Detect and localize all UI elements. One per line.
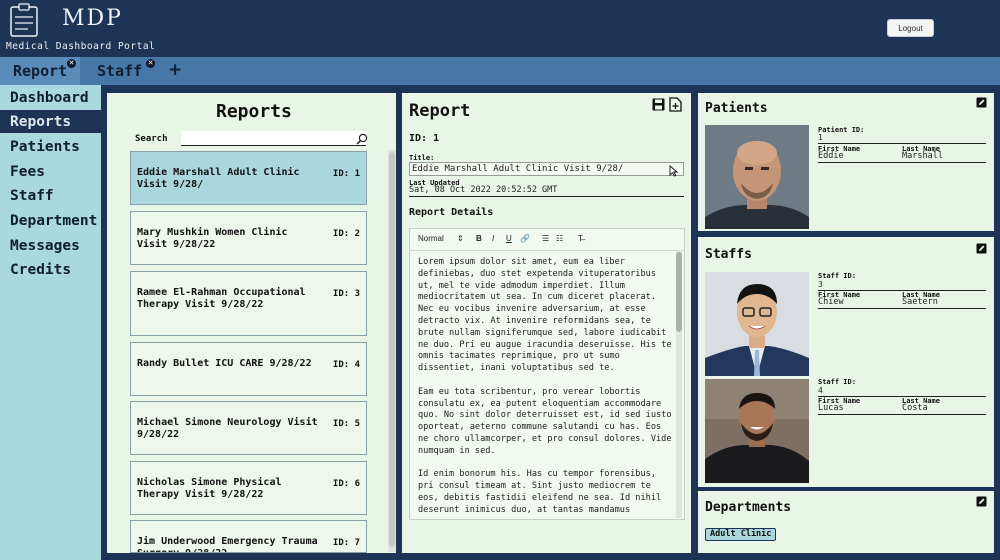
close-icon[interactable]: ✕ xyxy=(146,59,155,68)
sidebar-item-patients[interactable]: Patients xyxy=(0,135,101,158)
editor-paragraph: Id enim bonorum his. Has cu tempor foren… xyxy=(418,469,662,515)
report-card-id: ID: 2 xyxy=(332,229,360,239)
title-label: Title: xyxy=(409,154,435,162)
last-name-value: Costa xyxy=(902,403,928,413)
report-card-id: ID: 3 xyxy=(332,289,360,299)
patient-id-value: 1 xyxy=(818,133,986,144)
report-card[interactable]: Ramee El-Rahman Occupational Therapy Vis… xyxy=(130,271,367,336)
staff-id-label: Staff ID: xyxy=(818,378,856,386)
report-card[interactable]: Randy Bullet ICU CARE 9/28/22 ID: 4 xyxy=(130,342,367,396)
add-tab-button[interactable]: + xyxy=(168,60,182,80)
departments-title: Departments xyxy=(705,500,792,515)
clipboard-icon xyxy=(10,3,38,37)
link-icon[interactable]: 🔗 xyxy=(520,234,530,243)
sidebar-item-messages[interactable]: Messages xyxy=(0,234,101,257)
report-card-id: ID: 7 xyxy=(332,538,360,548)
editor-paragraph: Eam eu tota scribentur, pro verear lobor… xyxy=(418,386,672,456)
search-input[interactable] xyxy=(181,131,366,146)
search-label: Search xyxy=(135,134,168,144)
patients-title: Patients xyxy=(705,101,768,116)
report-card-title: Michael Simone Neurology Visit 9/28/22 xyxy=(137,417,318,440)
search-icon[interactable] xyxy=(356,133,368,145)
italic-button[interactable]: I xyxy=(492,234,494,243)
edit-icon[interactable] xyxy=(976,496,987,507)
report-card-title: Ramee El-Rahman Occupational Therapy Vis… xyxy=(137,287,306,310)
report-card-id: ID: 6 xyxy=(332,479,360,489)
staff-photo xyxy=(705,272,809,376)
report-card[interactable]: Eddie Marshall Adult Clinic Visit 9/28/ … xyxy=(130,151,367,205)
underline-button[interactable]: U xyxy=(506,234,512,243)
app-subtitle: Medical Dashboard Portal xyxy=(6,41,156,52)
last-name-value: Marshall xyxy=(902,151,943,161)
sidebar-item-reports[interactable]: Reports xyxy=(0,110,101,133)
format-select[interactable]: Normal xyxy=(418,234,444,243)
report-card-title: Randy Bullet ICU CARE 9/28/22 xyxy=(137,358,312,369)
sidebar-item-fees[interactable]: Fees xyxy=(0,160,101,183)
title-field[interactable]: Eddie Marshall Adult Clinic Visit 9/28/ xyxy=(409,162,684,176)
updated-value: Sat, 08 Oct 2022 20:52:52 GMT xyxy=(409,185,684,197)
rich-text-editor[interactable]: Normal ⇕ B I U 🔗 ☰ ☷ T̶ Lorem ipsum dolo… xyxy=(409,228,685,520)
report-title: Report xyxy=(409,101,471,121)
tab-label: Report xyxy=(13,62,68,80)
sidebar-item-credits[interactable]: Credits xyxy=(0,258,101,281)
sidebar-item-staff[interactable]: Staff xyxy=(0,184,101,207)
details-label: Report Details xyxy=(409,207,494,218)
ordered-list-icon[interactable]: ☰ xyxy=(542,234,549,243)
edit-icon[interactable] xyxy=(976,97,987,108)
department-badge[interactable]: Adult Clinic xyxy=(705,528,777,541)
report-id: ID: 1 xyxy=(409,133,440,144)
cursor-icon xyxy=(669,165,678,177)
clear-format-icon[interactable]: T̶ xyxy=(578,234,583,243)
editor-toolbar: Normal ⇕ B I U 🔗 ☰ ☷ T̶ xyxy=(410,229,684,251)
staff-id-value: 3 xyxy=(818,280,986,291)
reports-scroll-thumb[interactable] xyxy=(389,152,395,547)
report-card-title: Mary Mushkin Women Clinic Visit 9/28/22 xyxy=(137,227,288,250)
editor-scroll-thumb[interactable] xyxy=(676,252,682,332)
bullet-list-icon[interactable]: ☷ xyxy=(556,234,563,243)
sidebar-item-dashboard[interactable]: Dashboard xyxy=(0,86,101,109)
staffs-title: Staffs xyxy=(705,247,752,262)
editor-paragraph: Lorem ipsum dolor sit amet, eum ea liber… xyxy=(418,257,672,374)
file-add-icon[interactable] xyxy=(669,97,682,112)
staff-photo xyxy=(705,379,809,483)
logout-button[interactable]: Logout xyxy=(887,19,934,37)
header: MDP Medical Dashboard Portal Logout xyxy=(0,0,1000,57)
report-card-title: Jim Underwood Emergency Trauma Surgery 9… xyxy=(137,536,318,552)
tab-label: Staff xyxy=(97,62,143,80)
sidebar-item-department[interactable]: Department xyxy=(0,209,101,232)
app-title: MDP xyxy=(62,6,123,31)
edit-icon[interactable] xyxy=(976,243,987,254)
report-card-id: ID: 4 xyxy=(332,360,360,370)
report-card[interactable]: Mary Mushkin Women Clinic Visit 9/28/22 … xyxy=(130,211,367,265)
report-card-id: ID: 5 xyxy=(332,419,360,429)
report-card-title: Nicholas Simone Physical Therapy Visit 9… xyxy=(137,477,282,500)
report-card[interactable]: Michael Simone Neurology Visit 9/28/22 I… xyxy=(130,401,367,455)
close-icon[interactable]: ✕ xyxy=(67,59,76,68)
last-name-value: Saetern xyxy=(902,297,938,307)
report-card-id: ID: 1 xyxy=(332,169,360,179)
chevron-down-icon[interactable]: ⇕ xyxy=(457,234,464,243)
staff-id-value: 4 xyxy=(818,386,986,397)
report-card[interactable]: Jim Underwood Emergency Trauma Surgery 9… xyxy=(130,520,367,553)
reports-title: Reports xyxy=(216,101,292,122)
report-card[interactable]: Nicholas Simone Physical Therapy Visit 9… xyxy=(130,461,367,515)
patient-photo xyxy=(705,125,809,229)
staff-id-label: Staff ID: xyxy=(818,272,856,280)
report-card-title: Eddie Marshall Adult Clinic Visit 9/28/ xyxy=(137,167,300,190)
bold-button[interactable]: B xyxy=(476,234,482,243)
editor-content[interactable]: Lorem ipsum dolor sit amet, eum ea liber… xyxy=(418,257,672,528)
save-icon[interactable] xyxy=(652,98,665,111)
